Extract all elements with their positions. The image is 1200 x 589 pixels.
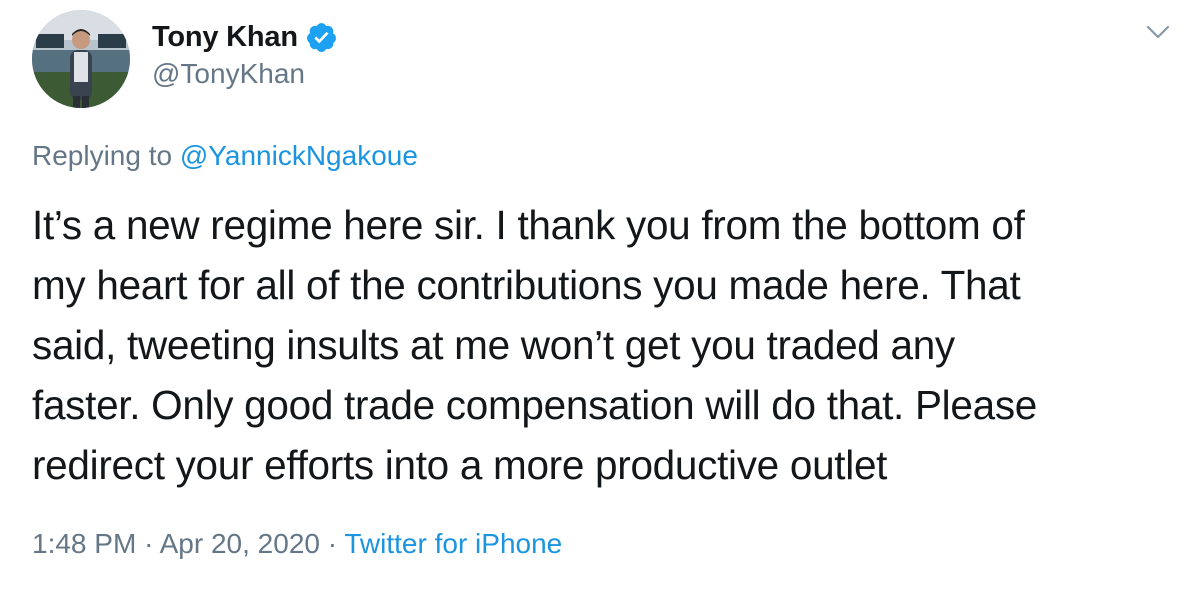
- tweet-card: Tony Khan @TonyKhan Replying to @Yannick…: [0, 0, 1200, 589]
- tweet-text-line: my heart for all of the contributions yo…: [32, 262, 1021, 308]
- tweet-metadata: 1:48 PM · Apr 20, 2020 · Twitter for iPh…: [32, 528, 562, 560]
- author-handle[interactable]: @TonyKhan: [152, 58, 305, 90]
- tweet-source-link[interactable]: Twitter for iPhone: [344, 528, 562, 559]
- display-name[interactable]: Tony Khan: [152, 21, 298, 54]
- tweet-text-line: said, tweeting insults at me won’t get y…: [32, 322, 955, 368]
- reply-mention-link[interactable]: @YannickNgakoue: [180, 140, 418, 171]
- chevron-down-icon[interactable]: [1146, 22, 1170, 42]
- tweet-time[interactable]: 1:48 PM: [32, 528, 136, 559]
- verified-badge-icon: [306, 22, 336, 52]
- profile-photo: [32, 10, 130, 108]
- meta-separator: ·: [144, 528, 154, 559]
- author-name-row[interactable]: Tony Khan: [152, 17, 338, 57]
- tweet-text-line: It’s a new regime here sir. I thank you …: [32, 202, 1025, 248]
- replying-to: Replying to @YannickNgakoue: [32, 140, 418, 172]
- tweet-date[interactable]: Apr 20, 2020: [160, 528, 320, 559]
- tweet-text-line: faster. Only good trade compensation wil…: [32, 382, 1037, 428]
- avatar[interactable]: [32, 10, 130, 108]
- tweet-text-line: redirect your efforts into a more produc…: [32, 442, 888, 488]
- replying-to-label: Replying to: [32, 140, 173, 171]
- meta-separator: ·: [327, 528, 338, 559]
- tweet-text: It’s a new regime here sir. I thank you …: [32, 195, 1172, 495]
